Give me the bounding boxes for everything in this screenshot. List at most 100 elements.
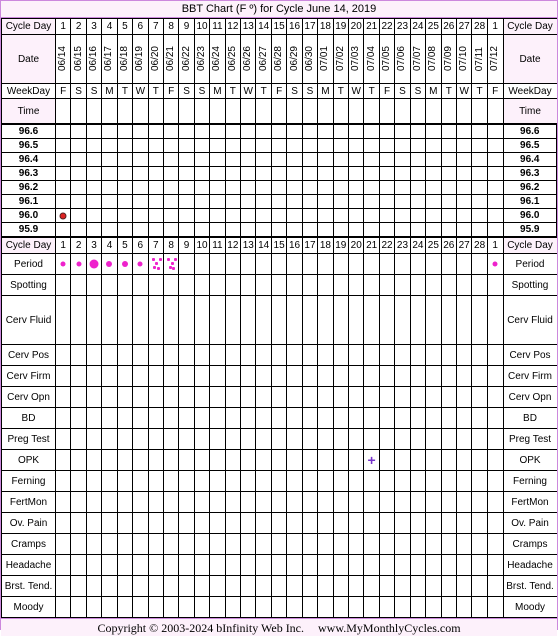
ov-pain-cell[interactable] <box>240 512 257 534</box>
cerv-firm-cell[interactable] <box>409 365 427 387</box>
cerv-firm-cell[interactable] <box>455 365 473 387</box>
temperature-cell[interactable] <box>471 222 488 238</box>
temperature-cell[interactable] <box>455 152 473 167</box>
temperature-cell[interactable] <box>54 208 72 223</box>
opk-cell[interactable] <box>409 449 427 471</box>
temperature-cell[interactable] <box>332 138 350 153</box>
ferning-cell[interactable] <box>486 470 504 492</box>
bd-cell[interactable] <box>132 407 149 429</box>
cerv-fluid-cell[interactable] <box>240 295 257 345</box>
opk-cell[interactable] <box>193 449 211 471</box>
temperature-cell[interactable] <box>363 222 380 238</box>
spotting-cell[interactable] <box>54 274 72 296</box>
ferning-cell[interactable] <box>332 470 350 492</box>
cerv-firm-cell[interactable] <box>209 365 226 387</box>
period-cell[interactable] <box>286 253 303 275</box>
ferning-cell[interactable] <box>116 470 134 492</box>
cerv-firm-cell[interactable] <box>116 365 134 387</box>
bd-cell[interactable] <box>193 407 211 429</box>
temperature-cell[interactable] <box>378 123 396 139</box>
temperature-cell[interactable] <box>54 180 72 195</box>
cerv-fluid-cell[interactable] <box>147 295 164 345</box>
bd-cell[interactable] <box>409 407 427 429</box>
temperature-cell[interactable] <box>317 180 334 195</box>
period-cell[interactable] <box>162 253 180 275</box>
preg-test-cell[interactable] <box>270 428 288 450</box>
moody-cell[interactable] <box>147 596 164 618</box>
ov-pain-cell[interactable] <box>409 512 427 534</box>
ov-pain-cell[interactable] <box>486 512 504 534</box>
headache-cell[interactable] <box>224 554 242 576</box>
period-cell[interactable] <box>116 253 134 275</box>
fertmon-cell[interactable] <box>301 491 319 513</box>
temperature-cell[interactable] <box>147 166 164 181</box>
temperature-cell[interactable] <box>270 166 288 181</box>
ferning-cell[interactable] <box>178 470 195 492</box>
bd-cell[interactable] <box>394 407 411 429</box>
cerv-firm-cell[interactable] <box>224 365 242 387</box>
preg-test-cell[interactable] <box>224 428 242 450</box>
cramps-cell[interactable] <box>378 533 396 555</box>
moody-cell[interactable] <box>286 596 303 618</box>
spotting-cell[interactable] <box>471 274 488 296</box>
brst-tend-cell[interactable] <box>332 575 350 597</box>
fertmon-cell[interactable] <box>471 491 488 513</box>
temperature-cell[interactable] <box>116 138 134 153</box>
time-cell[interactable] <box>101 98 118 125</box>
temperature-cell[interactable] <box>425 194 442 209</box>
opk-cell[interactable] <box>178 449 195 471</box>
bd-cell[interactable] <box>471 407 488 429</box>
temperature-cell[interactable] <box>70 123 87 139</box>
cerv-pos-cell[interactable] <box>270 344 288 366</box>
brst-tend-cell[interactable] <box>101 575 118 597</box>
moody-cell[interactable] <box>116 596 134 618</box>
headache-cell[interactable] <box>486 554 504 576</box>
moody-cell[interactable] <box>132 596 149 618</box>
preg-test-cell[interactable] <box>317 428 334 450</box>
cerv-opn-cell[interactable] <box>116 386 134 408</box>
time-cell[interactable] <box>317 98 334 125</box>
temperature-cell[interactable] <box>240 222 257 238</box>
temperature-cell[interactable] <box>162 138 180 153</box>
moody-cell[interactable] <box>255 596 272 618</box>
headache-cell[interactable] <box>286 554 303 576</box>
cerv-pos-cell[interactable] <box>286 344 303 366</box>
opk-cell[interactable] <box>440 449 457 471</box>
preg-test-cell[interactable] <box>240 428 257 450</box>
temperature-cell[interactable] <box>409 166 427 181</box>
cerv-fluid-cell[interactable] <box>85 295 103 345</box>
bd-cell[interactable] <box>240 407 257 429</box>
temperature-cell[interactable] <box>209 194 226 209</box>
temperature-cell[interactable] <box>425 152 442 167</box>
cerv-firm-cell[interactable] <box>286 365 303 387</box>
temperature-cell[interactable] <box>471 208 488 223</box>
temperature-cell[interactable] <box>286 208 303 223</box>
temperature-cell[interactable] <box>193 208 211 223</box>
bd-cell[interactable] <box>301 407 319 429</box>
cerv-opn-cell[interactable] <box>486 386 504 408</box>
spotting-cell[interactable] <box>440 274 457 296</box>
time-cell[interactable] <box>486 98 504 125</box>
temperature-cell[interactable] <box>116 208 134 223</box>
temperature-cell[interactable] <box>54 166 72 181</box>
period-cell[interactable] <box>425 253 442 275</box>
headache-cell[interactable] <box>378 554 396 576</box>
temperature-cell[interactable] <box>162 166 180 181</box>
temperature-cell[interactable] <box>332 166 350 181</box>
ov-pain-cell[interactable] <box>455 512 473 534</box>
temperature-cell[interactable] <box>240 208 257 223</box>
temperature-cell[interactable] <box>270 194 288 209</box>
preg-test-cell[interactable] <box>471 428 488 450</box>
brst-tend-cell[interactable] <box>224 575 242 597</box>
temperature-cell[interactable] <box>162 123 180 139</box>
preg-test-cell[interactable] <box>425 428 442 450</box>
temperature-cell[interactable] <box>255 194 272 209</box>
cerv-firm-cell[interactable] <box>162 365 180 387</box>
cerv-firm-cell[interactable] <box>378 365 396 387</box>
temperature-cell[interactable] <box>270 180 288 195</box>
temperature-cell[interactable] <box>425 166 442 181</box>
temperature-cell[interactable] <box>425 208 442 223</box>
opk-cell[interactable] <box>394 449 411 471</box>
temperature-cell[interactable] <box>101 180 118 195</box>
temperature-cell[interactable] <box>378 166 396 181</box>
